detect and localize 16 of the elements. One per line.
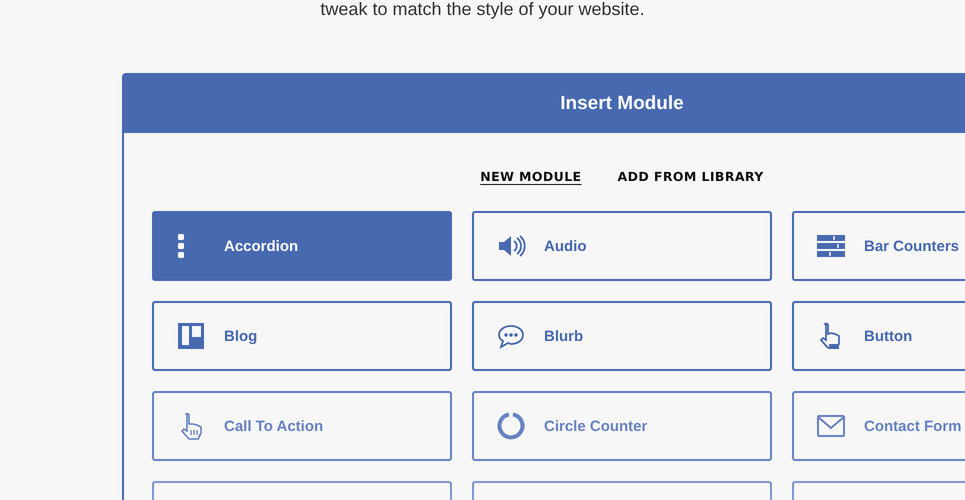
tab[interactable]: NEW MODULE bbox=[480, 169, 582, 184]
module-button[interactable]: Bar Counters bbox=[792, 211, 965, 281]
tab[interactable]: ADD FROM LIBRARY bbox=[618, 169, 764, 184]
layout-icon bbox=[176, 321, 206, 351]
intro-text: tweak to match the style of your website. bbox=[320, 0, 645, 18]
dialog-title: Insert Module bbox=[560, 93, 684, 115]
module-button[interactable]: Audio bbox=[472, 211, 772, 281]
module-button[interactable]: Accordion bbox=[152, 211, 452, 281]
module-button[interactable]: Contact Form bbox=[792, 391, 965, 461]
ring-icon bbox=[496, 411, 526, 441]
module-button[interactable]: Call To Action bbox=[152, 391, 452, 461]
module-button[interactable]: Blurb bbox=[472, 301, 772, 371]
module-button[interactable]: Circle Counter bbox=[472, 391, 772, 461]
module-button[interactable]: Blog bbox=[152, 301, 452, 371]
dots-icon bbox=[176, 231, 186, 261]
module-button[interactable]: Button bbox=[792, 301, 965, 371]
